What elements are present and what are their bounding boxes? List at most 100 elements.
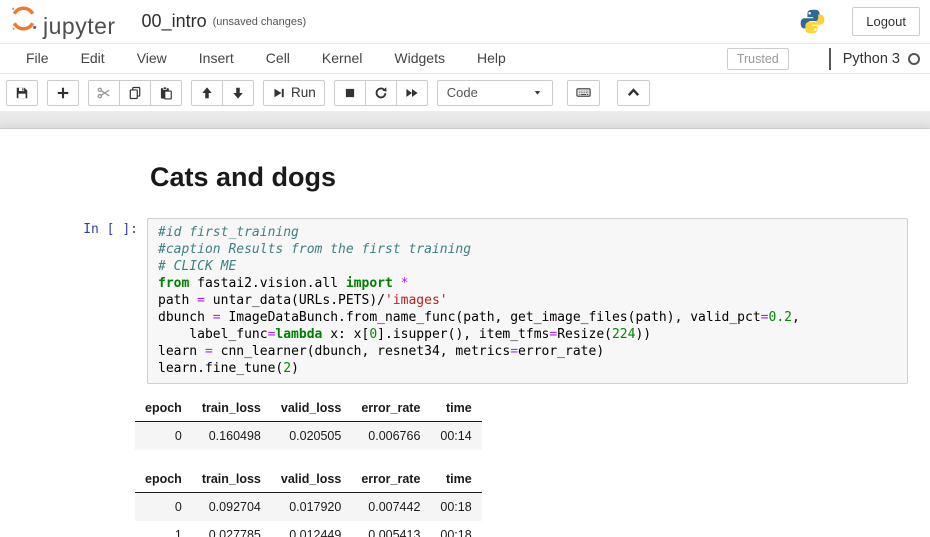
table-cell: 0.005413 [351, 521, 430, 537]
table-cell: 0.160498 [192, 422, 271, 451]
step-forward-icon [272, 86, 286, 100]
menu-file[interactable]: File [10, 44, 65, 73]
table-cell: 0.020505 [271, 422, 351, 451]
training-results-table: epochtrain_lossvalid_losserror_ratetime0… [135, 467, 482, 537]
markdown-heading: Cats and dogs [150, 162, 930, 193]
scissors-icon [97, 86, 111, 100]
divider [829, 48, 831, 70]
toolbar-button-group [334, 80, 428, 106]
code-line: #caption Results from the first training [158, 241, 899, 258]
toolbar-button-group [567, 80, 600, 106]
logout-button[interactable]: Logout [852, 7, 920, 36]
column-header: time [430, 467, 481, 493]
run-button-label: Run [291, 85, 316, 100]
command-palette-button[interactable] [567, 80, 600, 106]
code-line: learn = cnn_learner(dbunch, resnet34, me… [158, 343, 899, 360]
move-cell-up-button[interactable] [191, 80, 223, 106]
menu-edit[interactable]: Edit [65, 44, 121, 73]
insert-cell-below-button[interactable] [47, 80, 79, 106]
chevron-up-icon [626, 85, 641, 100]
cell-prompt: In [ ]: [0, 218, 147, 384]
table-cell: 0.092704 [192, 493, 271, 522]
table-row: 00.1604980.0205050.00676600:14 [135, 422, 482, 451]
toolbar-button-group [617, 80, 650, 106]
jupyter-logo[interactable]: jupyter [8, 3, 116, 40]
cell-type-select[interactable]: Code [437, 80, 553, 106]
arrow-down-icon [231, 86, 245, 100]
save-checkpoint-button[interactable] [6, 80, 38, 106]
jupyter-logo-icon [8, 3, 39, 34]
column-header: error_rate [351, 396, 430, 422]
code-cell[interactable]: In [ ]: #id first_training#caption Resul… [0, 218, 930, 384]
table-cell: 0.017920 [271, 493, 351, 522]
table-cell: 00:14 [430, 422, 481, 451]
code-line: learn.fine_tune(2) [158, 360, 899, 377]
menubar: FileEditViewInsertCellKernelWidgetsHelp … [0, 44, 930, 74]
table-cell: 0.006766 [351, 422, 430, 451]
run-button[interactable]: Run [263, 80, 325, 106]
interrupt-kernel-button[interactable] [334, 80, 366, 106]
python-logo-icon [799, 8, 826, 35]
collapse-header-button[interactable] [617, 80, 650, 106]
menu-kernel[interactable]: Kernel [306, 44, 378, 73]
restart-run-all-button[interactable] [396, 80, 428, 106]
cell-output-area: epochtrain_lossvalid_losserror_ratetime0… [135, 396, 930, 537]
training-results-table: epochtrain_lossvalid_losserror_ratetime0… [135, 396, 482, 450]
stop-icon [343, 86, 357, 100]
paste-icon [159, 86, 173, 100]
floppy-icon [15, 86, 29, 100]
restart-kernel-button[interactable] [365, 80, 397, 106]
kernel-status-icon [908, 53, 920, 65]
notebook-title[interactable]: 00_intro [142, 11, 207, 32]
toolbar-button-group: Run [263, 80, 325, 106]
column-header: valid_loss [271, 396, 351, 422]
cell-type-value: Code [447, 85, 478, 100]
menu-view[interactable]: View [121, 44, 183, 73]
toolbar-button-group [6, 80, 38, 106]
copy-cell-button[interactable] [119, 80, 151, 106]
menu-help[interactable]: Help [461, 44, 522, 73]
column-header: valid_loss [271, 467, 351, 493]
code-line: dbunch = ImageDataBunch.from_name_func(p… [158, 309, 899, 326]
code-line: # CLICK ME [158, 258, 899, 275]
toolbar-button-group [88, 80, 182, 106]
plus-icon [56, 86, 70, 100]
paste-cell-button[interactable] [150, 80, 182, 106]
move-cell-down-button[interactable] [222, 80, 254, 106]
menu-cell[interactable]: Cell [250, 44, 306, 73]
refresh-icon [374, 86, 388, 100]
fast-forward-icon [405, 86, 419, 100]
trusted-badge[interactable]: Trusted [727, 48, 789, 70]
code-line: path = untar_data(URLs.PETS)/'images' [158, 292, 899, 309]
code-line: #id first_training [158, 224, 899, 241]
header: jupyter 00_intro (unsaved changes) Logou… [0, 0, 930, 44]
toolbar-button-group [47, 80, 79, 106]
column-header: train_loss [192, 467, 271, 493]
arrow-up-icon [200, 86, 214, 100]
column-header: epoch [135, 467, 192, 493]
code-editor[interactable]: #id first_training#caption Results from … [158, 224, 899, 377]
cut-cell-button[interactable] [88, 80, 120, 106]
table-row: 00.0927040.0179200.00744200:18 [135, 493, 482, 522]
kernel-name: Python 3 [843, 51, 900, 67]
column-header: time [430, 396, 481, 422]
notebook-save-status: (unsaved changes) [213, 16, 307, 28]
toolbar: Run Code [0, 74, 930, 111]
column-header: train_loss [192, 396, 271, 422]
caret-down-icon [532, 87, 543, 98]
table-cell: 0.007442 [351, 493, 430, 522]
menu-insert[interactable]: Insert [183, 44, 250, 73]
keyboard-icon [576, 85, 591, 100]
table-cell: 1 [135, 521, 192, 537]
jupyter-wordmark: jupyter [43, 13, 116, 40]
table-cell: 0 [135, 422, 192, 451]
code-line: from fastai2.vision.all import * [158, 275, 899, 292]
page-background-band [0, 111, 930, 129]
table-cell: 0.012449 [271, 521, 351, 537]
table-row: 10.0277850.0124490.00541300:18 [135, 521, 482, 537]
table-cell: 00:18 [430, 493, 481, 522]
table-cell: 00:18 [430, 521, 481, 537]
cell-input-area[interactable]: #id first_training#caption Results from … [147, 218, 908, 384]
menu-widgets[interactable]: Widgets [378, 44, 461, 73]
column-header: error_rate [351, 467, 430, 493]
